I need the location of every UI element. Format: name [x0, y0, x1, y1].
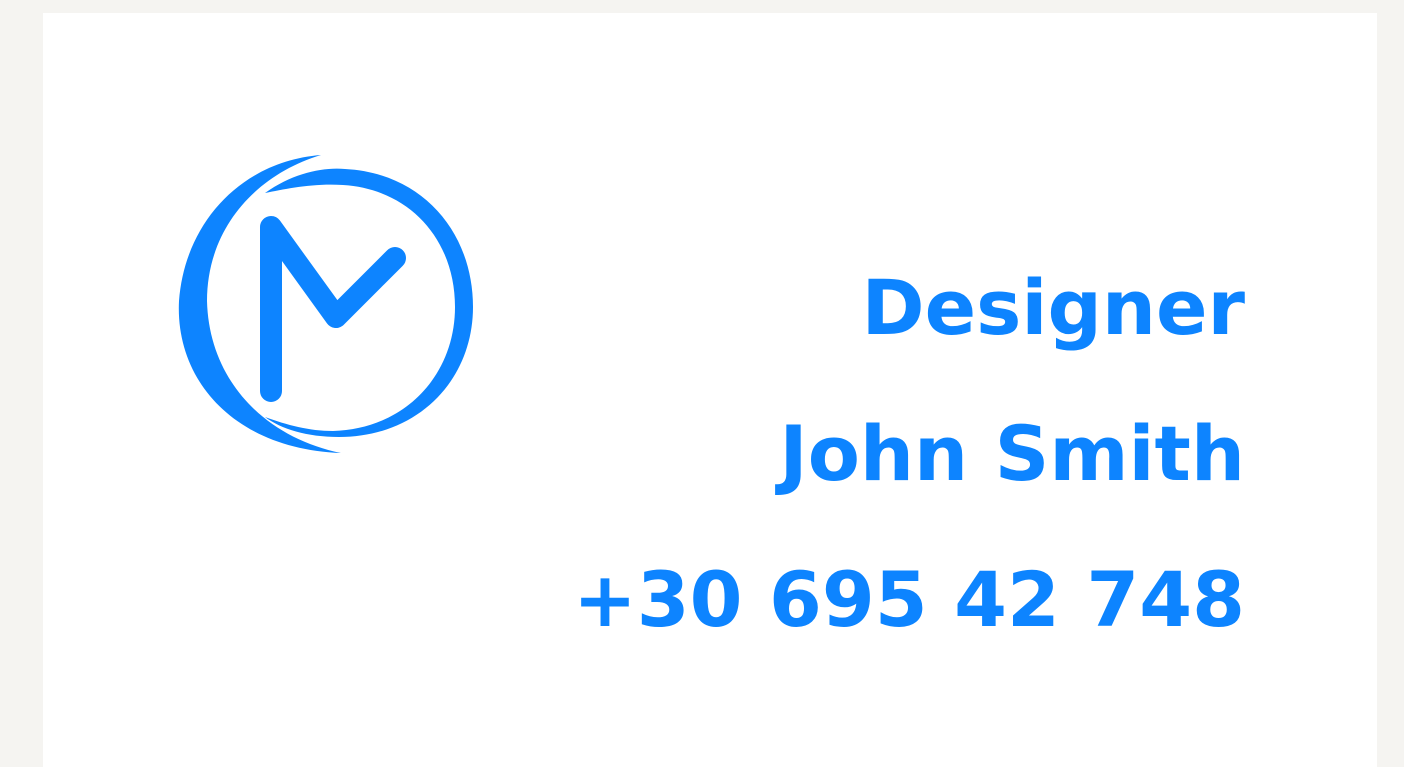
- contact-info: Designer John Smith +30 695 42 748: [573, 235, 1245, 673]
- m-monogram-circle-icon: [178, 155, 473, 453]
- person-name: John Smith: [779, 409, 1245, 498]
- business-card: Designer John Smith +30 695 42 748: [43, 13, 1377, 767]
- phone-number[interactable]: +30 695 42 748: [573, 527, 1245, 673]
- logo-m-stroke: [260, 216, 406, 402]
- job-title: Designer: [861, 263, 1245, 352]
- logo-inner-ring: [265, 168, 473, 437]
